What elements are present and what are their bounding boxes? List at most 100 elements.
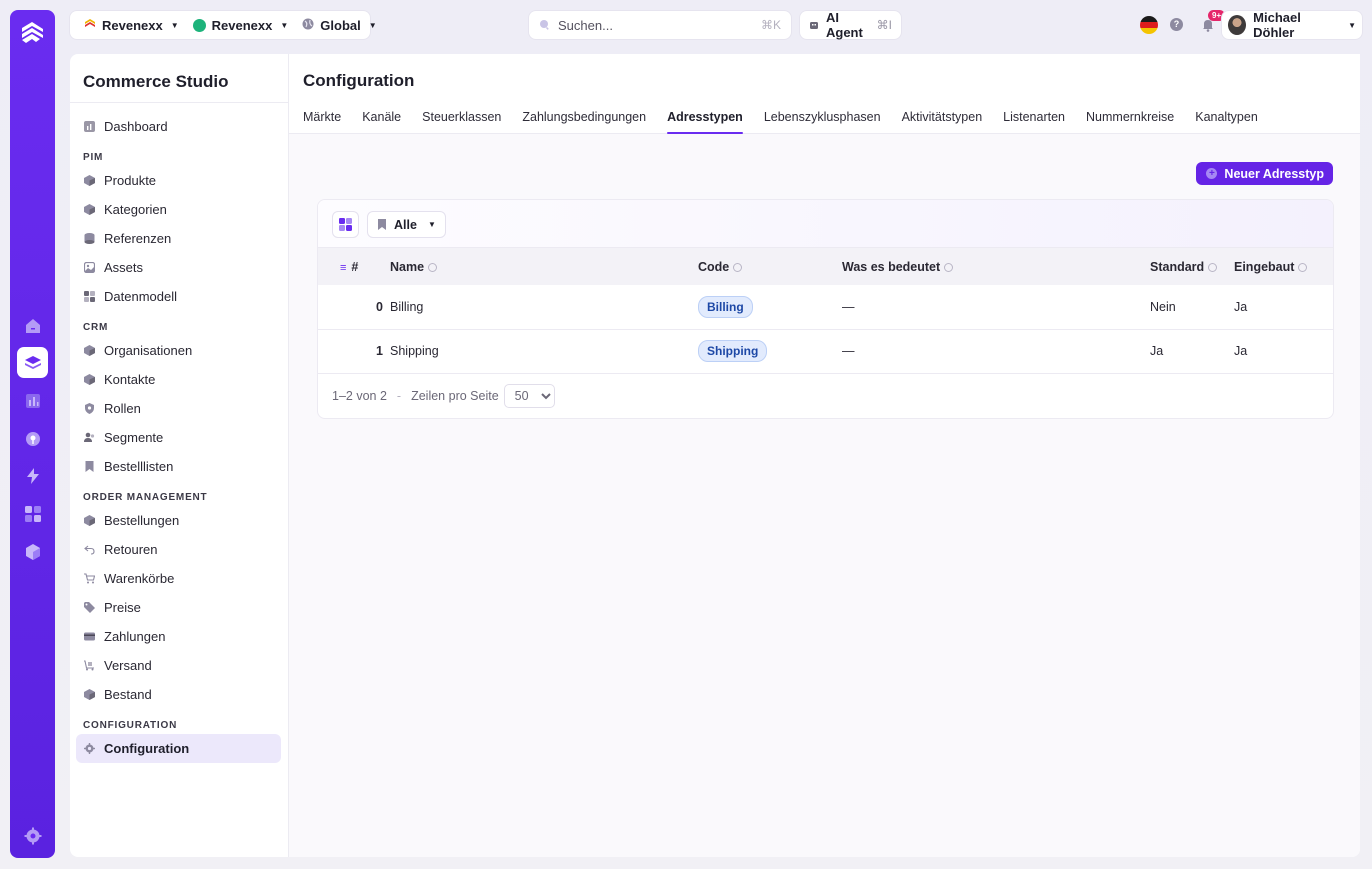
bookmark-icon — [378, 219, 386, 230]
main-area: Configuration Märkte Kanäle Steuerklassen Z… — [289, 54, 1360, 857]
search-icon — [539, 18, 550, 33]
column-header-builtin[interactable]: Eingebaut — [1234, 248, 1333, 285]
column-header-standard[interactable]: Standard — [1150, 248, 1234, 285]
sidebar-item-kontakte[interactable]: Kontakte — [76, 365, 281, 394]
bar-chart-icon[interactable] — [17, 385, 48, 416]
page-header: Configuration Märkte Kanäle Steuerklassen Z… — [289, 54, 1360, 134]
row-meaning: — — [842, 285, 1150, 330]
sidebar-item-referenzen[interactable]: Referenzen — [76, 224, 281, 253]
sidebar-item-organisationen[interactable]: Organisationen — [76, 336, 281, 365]
tab-steuerklassen[interactable]: Steuerklassen — [422, 110, 501, 134]
bookmark-icon — [84, 461, 95, 472]
sidebar-item-segmente[interactable]: Segmente — [76, 423, 281, 452]
shop-selector[interactable]: Revenexx ▼ — [78, 13, 185, 37]
rows-per-page-select[interactable]: 50 — [503, 383, 555, 408]
sidebar-item-dashboard[interactable]: Dashboard — [76, 112, 281, 141]
sidebar-item-bestellungen[interactable]: Bestellungen — [76, 506, 281, 535]
new-address-type-button[interactable]: + Neuer Adresstyp — [1196, 162, 1333, 185]
column-header-name[interactable]: Name — [390, 248, 698, 285]
user-name: Michael Döhler — [1253, 10, 1301, 40]
chevron-down-icon: ▼ — [1348, 20, 1356, 30]
sidebar-item-rollen[interactable]: Rollen — [76, 394, 281, 423]
info-icon — [1298, 262, 1308, 272]
tab-maerkte[interactable]: Märkte — [303, 110, 341, 134]
sidebar-item-label: Produkte — [104, 173, 157, 188]
sidebar-item-bestand[interactable]: Bestand — [76, 680, 281, 709]
shop-logo-icon — [84, 18, 96, 33]
sidebar-item-assets[interactable]: Assets — [76, 253, 281, 282]
sidebar-item-retouren[interactable]: Retouren — [76, 535, 281, 564]
box-icon[interactable] — [17, 536, 48, 567]
sidebar-item-configuration[interactable]: Configuration — [76, 734, 281, 763]
sidebar-item-datenmodell[interactable]: Datenmodell — [76, 282, 281, 311]
table-row[interactable]: 1 Shipping Shipping — Ja Ja — [318, 329, 1333, 374]
address-types-table-card: Alle ▼ ≡ # Name Code Was es bedeutet Stan… — [317, 199, 1334, 419]
ai-agent-shortcut: ⌘I — [876, 18, 892, 32]
new-address-type-label: Neuer Adresstyp — [1224, 166, 1324, 181]
market-selector[interactable]: Global ▼ — [296, 13, 382, 37]
saved-view-filter[interactable]: Alle ▼ — [367, 211, 446, 238]
gear-icon — [84, 743, 95, 754]
sidebar-item-kategorien[interactable]: Kategorien — [76, 195, 281, 224]
column-header-index[interactable]: ≡ # — [318, 248, 390, 285]
sidebar-item-label: Referenzen — [104, 231, 172, 246]
home-icon[interactable] — [17, 310, 48, 341]
view-toggle-button[interactable] — [332, 211, 359, 238]
sidebar-item-bestelllisten[interactable]: Bestelllisten — [76, 452, 281, 481]
apps-icon[interactable] — [17, 498, 48, 529]
grid-icon — [84, 291, 95, 302]
sidebar-item-label: Bestelllisten — [104, 459, 174, 474]
content-panel: Commerce Studio Dashboard PIM Produkte Kate… — [70, 54, 1360, 857]
globe-icon — [302, 18, 314, 33]
plus-icon: + — [1206, 168, 1218, 179]
info-icon — [1208, 262, 1218, 272]
german-flag-icon[interactable] — [1140, 16, 1158, 34]
tab-lebenszyklusphasen[interactable]: Lebenszyklusphasen — [764, 110, 881, 134]
tab-aktivitaetstypen[interactable]: Aktivitätstypen — [902, 110, 983, 134]
sidebar-item-label: Kontakte — [104, 372, 156, 387]
sidebar-item-warenkoerbe[interactable]: Warenkörbe — [76, 564, 281, 593]
user-menu[interactable]: Michael Döhler ▼ — [1222, 10, 1362, 40]
table-row[interactable]: 0 Billing Billing — Nein Ja — [318, 285, 1333, 330]
info-icon — [428, 262, 438, 272]
sidebar-item-produkte[interactable]: Produkte — [76, 166, 281, 195]
app-logo-icon[interactable] — [18, 18, 47, 47]
ai-agent-button[interactable]: AI Agent ⌘I — [800, 10, 901, 40]
help-icon[interactable]: ? — [1170, 18, 1183, 31]
sidebar-section-pim: PIM — [83, 152, 104, 163]
pagination-range: 1–2 von 2 — [332, 388, 387, 403]
sidebar-item-label: Organisationen — [104, 343, 193, 358]
search-input[interactable]: Suchen... ⌘K — [529, 11, 791, 39]
config-tabs: Märkte Kanäle Steuerklassen Zahlungsbedingu… — [303, 110, 1258, 134]
row-builtin: Ja — [1234, 285, 1333, 330]
row-index: 0 — [318, 285, 390, 330]
green-dot-icon — [192, 18, 206, 32]
tab-kanaltypen[interactable]: Kanaltypen — [1195, 110, 1258, 134]
chevron-down-icon: ▼ — [280, 20, 289, 30]
tab-listenarten[interactable]: Listenarten — [1003, 110, 1065, 134]
sort-icon: ≡ — [340, 261, 347, 274]
chevron-down-icon: ▼ — [427, 220, 436, 229]
chevron-down-icon: ▼ — [368, 20, 377, 30]
tab-adresstypen[interactable]: Adresstypen — [667, 110, 743, 134]
cube-icon — [84, 689, 95, 700]
pin-icon[interactable] — [17, 423, 48, 454]
sidebar-item-zahlungen[interactable]: Zahlungen — [76, 622, 281, 651]
tag-icon — [84, 602, 95, 613]
column-header-code[interactable]: Code — [698, 248, 842, 285]
row-meaning: — — [842, 329, 1150, 374]
lightning-icon[interactable] — [17, 460, 48, 491]
tab-kanaele[interactable]: Kanäle — [362, 110, 401, 134]
tab-nummernkreise[interactable]: Nummernkreise — [1086, 110, 1174, 134]
return-icon — [84, 544, 95, 555]
sidebar-item-versand[interactable]: Versand — [76, 651, 281, 680]
sidebar-item-preise[interactable]: Preise — [76, 593, 281, 622]
layers-icon[interactable] — [17, 347, 48, 378]
row-code-cell: Shipping — [698, 329, 842, 374]
top-bar: Revenexx ▼ Revenexx ▼ Global ▼ Suchen...… — [70, 10, 1362, 40]
settings-gear-icon[interactable] — [17, 820, 48, 851]
table-header-row: ≡ # Name Code Was es bedeutet Standard Ei… — [318, 248, 1333, 285]
channel-selector[interactable]: Revenexx ▼ — [187, 13, 295, 37]
column-header-meaning[interactable]: Was es bedeutet — [842, 248, 1150, 285]
tab-zahlungsbedingungen[interactable]: Zahlungsbedingungen — [522, 110, 646, 134]
